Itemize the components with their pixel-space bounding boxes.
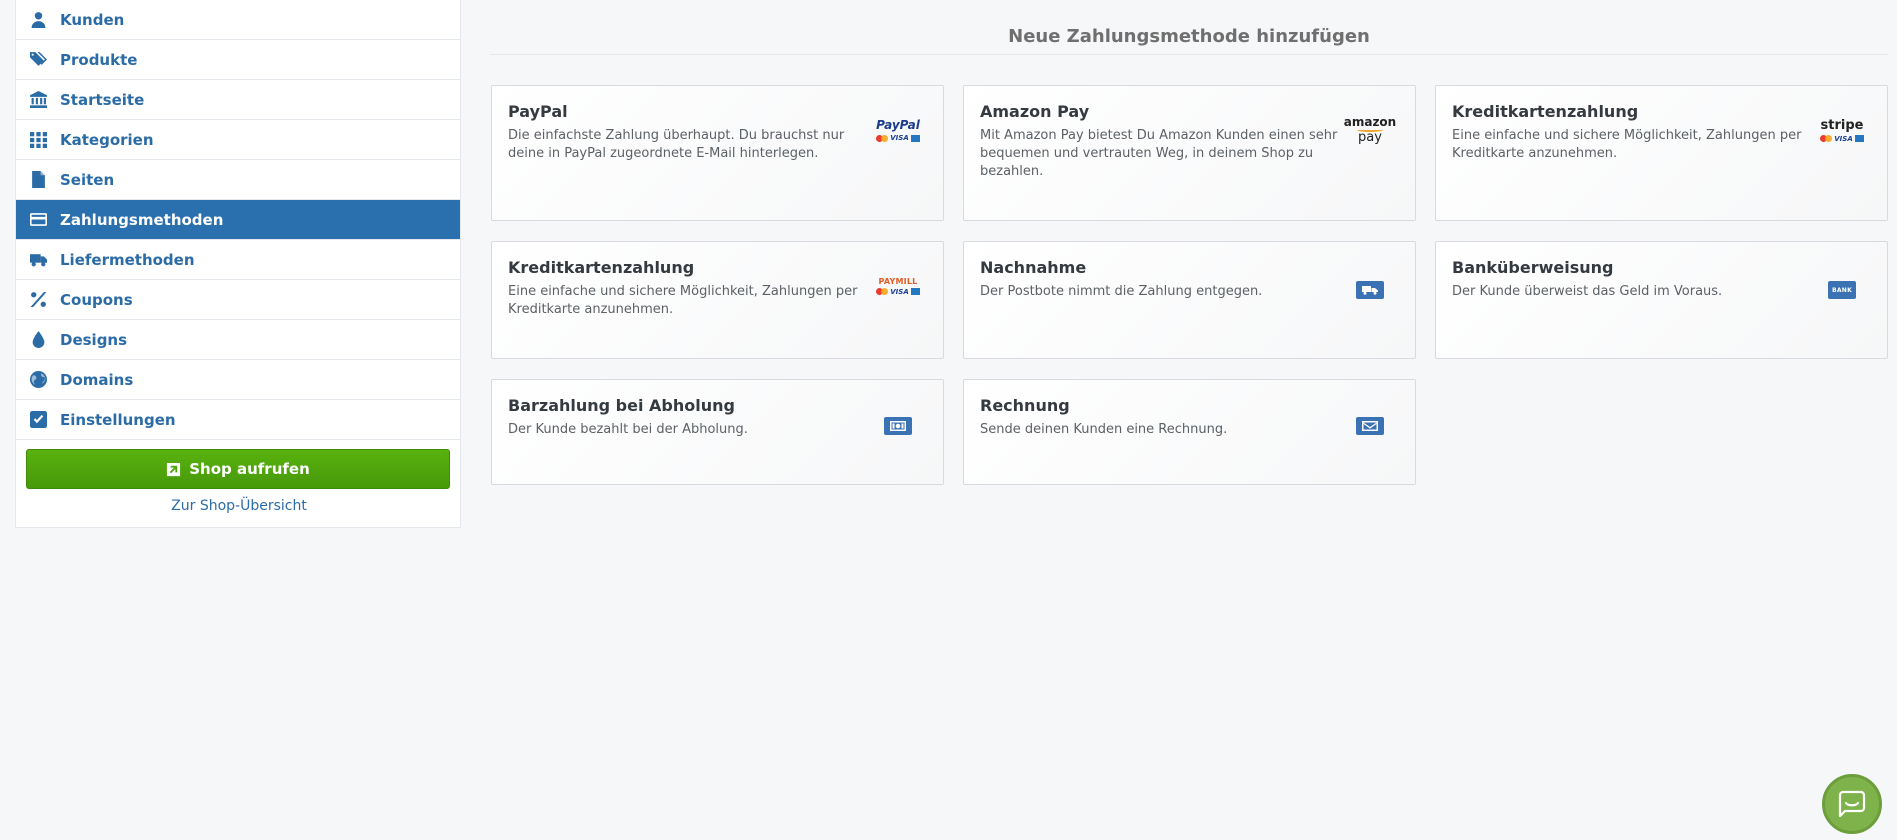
sidebar-item-coupons[interactable]: Coupons	[16, 280, 460, 320]
check-square-icon	[28, 410, 48, 430]
file-icon	[28, 170, 48, 190]
sidebar-item-produkte[interactable]: Produkte	[16, 40, 460, 80]
card-title: Banküberweisung	[1452, 258, 1614, 277]
sidebar-item-label: Domains	[60, 370, 134, 389]
paymill-logo-text: PAYMILL	[878, 276, 918, 286]
shop-open-label: Shop aufrufen	[189, 460, 310, 478]
sidebar-item-kategorien[interactable]: Kategorien	[16, 120, 460, 160]
sidebar-item-zahlungsmethoden[interactable]: Zahlungsmethoden	[16, 200, 460, 240]
shop-overview-link[interactable]: Zur Shop-Übersicht	[16, 498, 462, 514]
truck-icon	[28, 250, 48, 270]
envelope-icon	[1341, 406, 1399, 446]
card-description: Eine einfache und sichere Möglichkeit, Z…	[508, 284, 858, 317]
sidebar-item-startseite[interactable]: Startseite	[16, 80, 460, 120]
card-brands-icon: VISA	[876, 134, 920, 142]
tint-drop-icon	[28, 330, 48, 350]
sidebar-item-domains[interactable]: Domains	[16, 360, 460, 400]
chat-launcher-button[interactable]	[1822, 774, 1882, 834]
sidebar-item-kunden[interactable]: Kunden	[16, 0, 460, 40]
payment-card-stripe[interactable]: Kreditkartenzahlung Eine einfache und si…	[1435, 85, 1888, 221]
card-title: Nachnahme	[980, 258, 1087, 277]
title-divider	[490, 54, 1888, 55]
payment-card-paymill[interactable]: Kreditkartenzahlung Eine einfache und si…	[491, 241, 944, 359]
external-link-icon	[167, 462, 181, 476]
card-title: Barzahlung bei Abholung	[508, 396, 735, 415]
sidebar-item-label: Kategorien	[60, 130, 154, 149]
card-description: Der Kunde überweist das Geld im Voraus.	[1452, 284, 1723, 299]
card-brands-icon: VISA	[876, 288, 920, 296]
stripe-logo-text: stripe	[1820, 117, 1864, 133]
payment-card-amazon-pay[interactable]: Amazon Pay Mit Amazon Pay bietest Du Ama…	[963, 85, 1416, 221]
sidebar-item-label: Designs	[60, 330, 128, 349]
bank-icon: BANK	[1813, 270, 1871, 310]
card-title: Kreditkartenzahlung	[508, 258, 695, 277]
sidebar-item-label: Einstellungen	[60, 410, 176, 429]
sidebar-item-designs[interactable]: Designs	[16, 320, 460, 360]
percent-icon	[28, 290, 48, 310]
paypal-logo-text: PayPal	[876, 118, 920, 132]
card-description: Mit Amazon Pay bietest Du Amazon Kunden …	[980, 128, 1338, 179]
payment-card-barzahlung[interactable]: Barzahlung bei Abholung Der Kunde bezahl…	[491, 379, 944, 485]
card-description: Der Postbote nimmt die Zahlung entgegen.	[980, 284, 1263, 299]
payment-card-nachnahme[interactable]: Nachnahme Der Postbote nimmt die Zahlung…	[963, 241, 1416, 359]
sidebar-item-liefermethoden[interactable]: Liefermethoden	[16, 240, 460, 280]
credit-card-icon	[28, 210, 48, 230]
paymill-logo: PAYMILL VISA	[869, 266, 927, 306]
card-description: Die einfachste Zahlung überhaupt. Du bra…	[508, 128, 845, 161]
bank-building-icon	[28, 90, 48, 110]
user-icon	[28, 10, 48, 30]
tags-icon	[28, 50, 48, 70]
sidebar-item-label: Kunden	[60, 10, 125, 29]
sidebar-item-label: Coupons	[60, 290, 133, 309]
amazon-logo-text: amazon	[1343, 115, 1397, 129]
payment-card-bankueberweisung[interactable]: Banküberweisung Der Kunde überweist das …	[1435, 241, 1888, 359]
card-title: Amazon Pay	[980, 102, 1090, 121]
globe-icon	[28, 370, 48, 390]
sidebar-item-label: Seiten	[60, 170, 115, 189]
card-brands-icon: VISA	[1820, 135, 1864, 143]
amazon-pay-logo-text: pay	[1358, 130, 1382, 145]
payment-card-rechnung[interactable]: Rechnung Sende deinen Kunden eine Rechnu…	[963, 379, 1416, 485]
sidebar-item-label: Zahlungsmethoden	[60, 210, 224, 229]
card-description: Der Kunde bezahlt bei der Abholung.	[508, 422, 748, 437]
card-title: PayPal	[508, 102, 568, 121]
stripe-logo: stripe VISA	[1813, 110, 1871, 150]
shop-open-button[interactable]: Shop aufrufen	[26, 449, 450, 489]
payment-card-paypal[interactable]: PayPal Die einfachste Zahlung überhaupt.…	[491, 85, 944, 221]
bank-logo-text: BANK	[1831, 286, 1853, 294]
app-root: Kunden Produkte Startseite Kategorien Se…	[0, 0, 1897, 840]
card-title: Kreditkartenzahlung	[1452, 102, 1639, 121]
grid-icon	[28, 130, 48, 150]
sidebar-item-label: Liefermethoden	[60, 250, 195, 269]
paypal-logo: PayPal VISA	[869, 110, 927, 150]
card-title: Rechnung	[980, 396, 1070, 415]
card-description: Sende deinen Kunden eine Rechnung.	[980, 422, 1228, 437]
page-title: Neue Zahlungsmethode hinzufügen	[1008, 26, 1370, 47]
chat-bubble-icon	[1838, 790, 1866, 818]
sidebar-item-label: Startseite	[60, 90, 145, 109]
card-description: Eine einfache und sichere Möglichkeit, Z…	[1452, 128, 1802, 161]
sidebar-item-einstellungen[interactable]: Einstellungen	[16, 400, 460, 440]
delivery-truck-icon	[1341, 270, 1399, 310]
sidebar: Kunden Produkte Startseite Kategorien Se…	[15, 0, 461, 528]
sidebar-item-seiten[interactable]: Seiten	[16, 160, 460, 200]
sidebar-item-label: Produkte	[60, 50, 138, 69]
cash-icon	[869, 406, 927, 446]
amazon-pay-logo: amazon pay	[1341, 110, 1399, 150]
